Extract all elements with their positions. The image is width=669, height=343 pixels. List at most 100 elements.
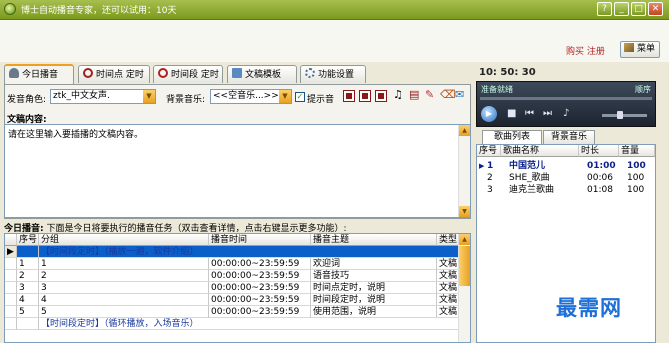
- help-button[interactable]: ?: [597, 2, 612, 16]
- chat-bubble-icon[interactable]: ✉: [455, 89, 464, 101]
- tab-time-range[interactable]: 时间段 定时: [153, 65, 223, 83]
- cell-group: 1: [39, 258, 209, 270]
- table-row[interactable]: ▶ 【时间段定时】（播放一遍，软件介绍）: [5, 246, 460, 258]
- table-row[interactable]: 4 4 00:00:00~23:59:59 时间段定时，说明 文稿: [5, 294, 460, 306]
- chevron-down-icon: ▼: [143, 90, 155, 103]
- playlist-cell-seq: 3: [487, 185, 493, 195]
- menu-button[interactable]: 菜单: [620, 41, 660, 58]
- volume-knob[interactable]: [617, 111, 623, 119]
- record-button[interactable]: [343, 90, 355, 102]
- buy-register-link[interactable]: 购买 注册: [566, 44, 605, 57]
- col-seq-header[interactable]: 序号: [17, 234, 39, 246]
- playlist-cell-duration: 00:06: [587, 173, 613, 183]
- scroll-up-icon[interactable]: ▲: [459, 234, 470, 245]
- row-indicator: [5, 258, 17, 270]
- cell-seq: 4: [17, 294, 39, 306]
- table-row[interactable]: 3 3 00:00:00~23:59:59 时间点定时，说明 文稿: [5, 282, 460, 294]
- col-time-header[interactable]: 播音时间: [209, 234, 311, 246]
- stop-icon[interactable]: ■: [507, 108, 516, 120]
- pencil-icon[interactable]: ✎: [425, 89, 434, 101]
- col-seq-header[interactable]: 序号: [477, 145, 501, 157]
- playlist-row[interactable]: 3 迪克兰歌曲 01:08 100: [477, 184, 655, 196]
- player-order[interactable]: 顺序: [635, 84, 651, 95]
- prompt-tone-label: 提示音: [307, 95, 335, 105]
- alarm-clock-icon: [83, 68, 93, 78]
- gear-icon: [305, 68, 315, 78]
- playlist-cell-seq: 1: [487, 161, 494, 171]
- tab-settings[interactable]: 功能设置: [300, 65, 366, 83]
- col-type-header[interactable]: 类型: [437, 234, 460, 246]
- playlist-tabs: 歌曲列表 背景音乐: [476, 130, 656, 144]
- bgm-select-value: <<空音乐...>>: [213, 91, 279, 101]
- seek-bar[interactable]: [480, 97, 652, 100]
- scroll-up-icon[interactable]: ▲: [459, 125, 470, 136]
- square-icon: [346, 93, 352, 99]
- row-indicator: [5, 318, 17, 330]
- eraser-icon[interactable]: ⌫: [440, 89, 456, 101]
- volume-slider[interactable]: [602, 114, 647, 117]
- main-tabs: 今日播音 时间点 定时 时间段 定时 文稿模板 功能设置: [0, 64, 470, 85]
- clock-display: 10: 50: 30: [479, 67, 536, 78]
- cell-time: 00:00:00~23:59:59: [209, 294, 311, 306]
- cell-seq: 5: [17, 306, 39, 318]
- prompt-tone-checkbox[interactable]: ✓: [295, 92, 305, 102]
- col-name-header[interactable]: 歌曲名称: [501, 145, 579, 157]
- cell-type: 文稿: [437, 258, 460, 270]
- box-button[interactable]: [375, 90, 387, 102]
- playlist-cell-name: SHE_歌曲: [509, 173, 550, 183]
- table-row[interactable]: 【时间段定时】（循环播放，入场音乐）: [5, 318, 460, 330]
- maximize-button[interactable]: □: [631, 2, 646, 16]
- voice-select[interactable]: ztk_中文女声. ▼: [50, 89, 156, 104]
- content-scrollbar[interactable]: ▲ ▼: [458, 125, 470, 217]
- col-duration-header[interactable]: 时长: [579, 145, 619, 157]
- playlist-cell-duration: 01:08: [587, 185, 613, 195]
- voice-select-value: ztk_中文女声.: [53, 91, 110, 101]
- square-icon: [362, 93, 368, 99]
- app-icon: [4, 3, 16, 15]
- next-icon[interactable]: ⏭: [543, 108, 552, 120]
- cell-time: 00:00:00~23:59:59: [209, 282, 311, 294]
- volume-icon[interactable]: ♪: [563, 108, 569, 120]
- previous-icon[interactable]: ⏮: [525, 108, 534, 120]
- microphone-icon: [9, 68, 19, 78]
- cell-type: 文稿: [437, 282, 460, 294]
- now-playing-icon: ▶: [479, 162, 485, 170]
- tab-templates[interactable]: 文稿模板: [227, 65, 297, 83]
- stop-button[interactable]: [359, 90, 371, 102]
- document-icon[interactable]: ▤: [409, 89, 419, 101]
- table-row[interactable]: 2 2 00:00:00~23:59:59 语音技巧 文稿: [5, 270, 460, 282]
- table-row[interactable]: 1 1 00:00:00~23:59:59 欢迎词 文稿: [5, 258, 460, 270]
- col-volume-header[interactable]: 音量: [619, 145, 655, 157]
- bgm-select[interactable]: <<空音乐...>> ▼: [210, 89, 292, 104]
- scroll-down-icon[interactable]: ▼: [459, 206, 470, 217]
- col-topic-header[interactable]: 播音主题: [311, 234, 437, 246]
- table-scrollbar[interactable]: ▲: [458, 234, 470, 342]
- col-group-header[interactable]: 分组: [39, 234, 209, 246]
- cell-topic: 时间点定时，说明: [311, 282, 437, 294]
- menu-label: 菜单: [637, 44, 656, 54]
- clock-icon: [158, 68, 168, 78]
- cell-type: 文稿: [437, 270, 460, 282]
- close-button[interactable]: ✕: [648, 2, 663, 16]
- play-button[interactable]: ▶: [481, 106, 497, 122]
- tab-today[interactable]: 今日播音: [4, 64, 74, 85]
- tab-settings-label: 功能设置: [318, 70, 355, 80]
- tab-time-range-label: 时间段 定时: [171, 70, 219, 80]
- tab-today-label: 今日播音: [22, 70, 59, 80]
- cell-type: 文稿: [437, 306, 460, 318]
- minimize-button[interactable]: _: [614, 2, 629, 16]
- tab-background-music[interactable]: 背景音乐: [543, 130, 595, 144]
- tab-song-list[interactable]: 歌曲列表: [482, 130, 542, 144]
- tab-time-point[interactable]: 时间点 定时: [78, 65, 150, 83]
- content-textarea[interactable]: 请在这里输入要插播的文稿内容。 ▲ ▼: [4, 124, 471, 218]
- table-row[interactable]: 5 5 00:00:00~23:59:59 使用范围，说明 文稿: [5, 306, 460, 318]
- playlist-cell-volume: 100: [627, 185, 645, 195]
- playlist-cell-name: 迪克兰歌曲: [509, 185, 555, 195]
- playlist-cell-volume: 100: [627, 173, 645, 183]
- schedule-table: 序号 分组 播音时间 播音主题 类型 ▶ 【时间段定时】（播放一遍，软件介绍） 1 1…: [4, 233, 471, 343]
- scroll-thumb[interactable]: [459, 246, 470, 286]
- playlist-row[interactable]: 1 中国范儿 01:00 100 ▶: [477, 160, 655, 172]
- row-indicator: ▶: [5, 246, 17, 258]
- playlist-row[interactable]: 2 SHE_歌曲 00:06 100: [477, 172, 655, 184]
- music-note-icon[interactable]: ♫: [393, 89, 403, 101]
